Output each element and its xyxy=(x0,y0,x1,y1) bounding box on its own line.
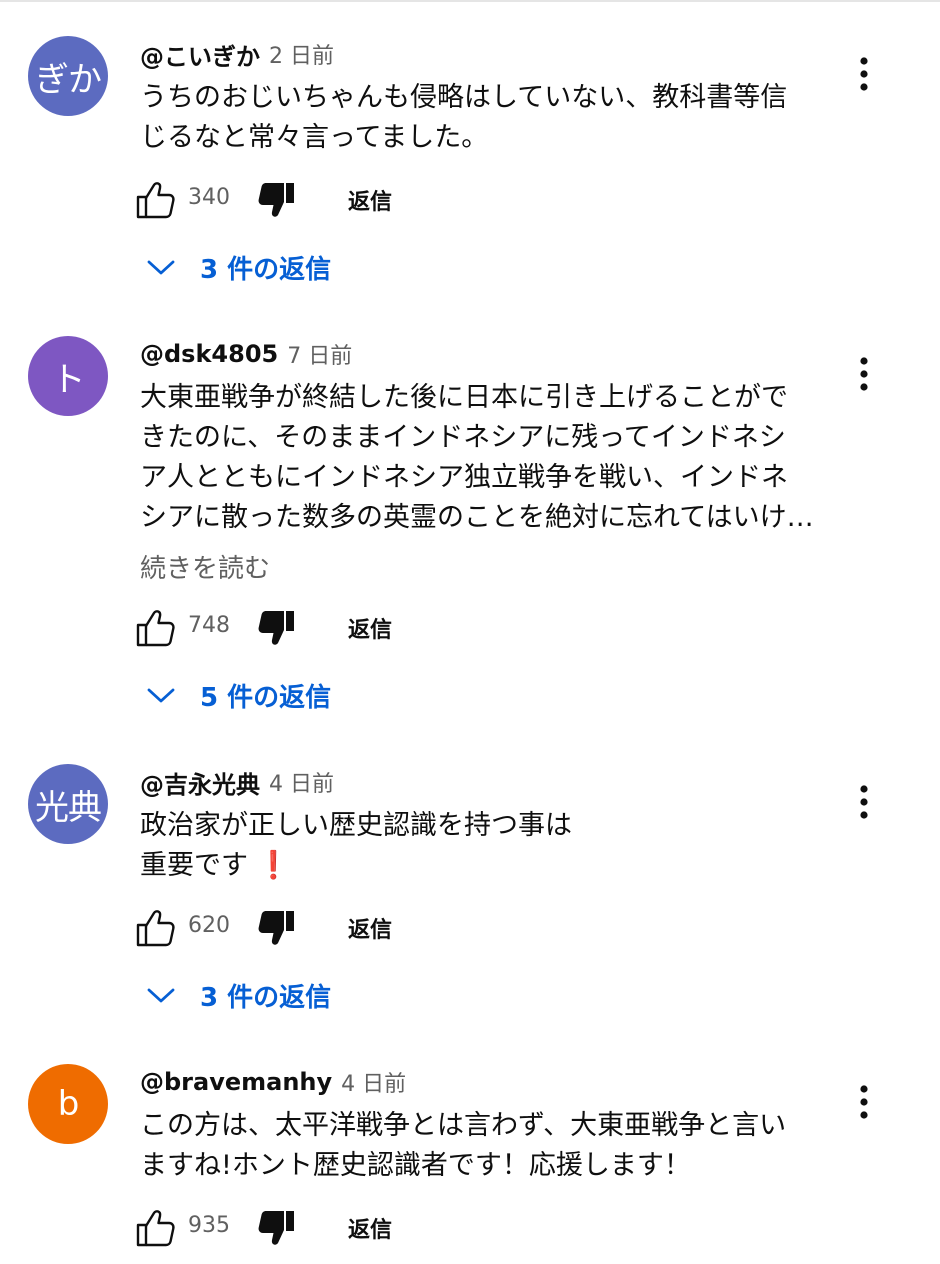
comment-text-line: この方は、太平洋戦争とは言わず、大東亜戦争と言い xyxy=(140,1110,787,1141)
more-actions-button[interactable] xyxy=(846,52,882,96)
comment-text-line: 政治家が正しい歴史認識を持つ事は xyxy=(140,810,572,841)
comment-header: @dsk4805 7 日前 xyxy=(140,336,352,372)
comment-time[interactable]: 4 日前 xyxy=(341,1066,406,1098)
chevron-down-icon xyxy=(147,260,175,275)
comment-text: この方は、太平洋戦争とは言わず、大東亜戦争と言い ますね!ホント歴史認識者です！… xyxy=(140,1106,830,1186)
comment-text-line: ア人とともにインドネシア独立戦争を戦い、インドネ xyxy=(140,462,788,493)
vertical-dots-icon xyxy=(860,785,868,819)
comment-text-line: 重要です ❗ xyxy=(140,846,830,886)
comment-text: 政治家が正しい歴史認識を持つ事は 重要です ❗ xyxy=(140,806,830,886)
comment-text-line: じるなと常々言ってました。 xyxy=(140,122,489,153)
author-handle[interactable]: @bravemanhy xyxy=(140,1068,332,1096)
like-count: 935 xyxy=(188,1213,230,1238)
replies-count-label[interactable]: 3 件の返信 xyxy=(200,249,331,286)
reply-button[interactable]: 返信 xyxy=(348,912,392,944)
chevron-down-icon xyxy=(147,688,175,703)
like-count: 340 xyxy=(188,185,230,210)
author-handle[interactable]: @こいぎか xyxy=(140,37,260,72)
comment-time[interactable]: 2 日前 xyxy=(269,38,334,70)
like-count: 620 xyxy=(188,913,230,938)
comment-text: うちのおじいちゃんも侵略はしていない、教科書等信 じるなと常々言ってました。 xyxy=(140,78,830,158)
comment-actions: 620 返信 xyxy=(134,906,534,950)
avatar[interactable]: 光典 xyxy=(28,764,108,844)
comment-time[interactable]: 7 日前 xyxy=(287,338,352,370)
more-actions-button[interactable] xyxy=(846,352,882,396)
vertical-dots-icon xyxy=(860,57,868,91)
top-divider xyxy=(0,0,940,2)
thumb-down-filled-icon[interactable] xyxy=(254,1208,298,1248)
comment-header: @吉永光典 4 日前 xyxy=(140,764,334,800)
exclamation-emoji: ❗ xyxy=(256,850,291,881)
reply-button[interactable]: 返信 xyxy=(348,184,392,216)
comment-actions: 935 返信 xyxy=(134,1206,534,1250)
comment-text-line: 大東亜戦争が終結した後に日本に引き上げることがで xyxy=(140,382,788,413)
replies-count-label[interactable]: 3 件の返信 xyxy=(200,977,331,1014)
comment-time[interactable]: 4 日前 xyxy=(269,766,334,798)
thumb-down-filled-icon[interactable] xyxy=(254,908,298,948)
comment-text-line: ますね!ホント歴史認識者です！応援します！ xyxy=(140,1150,691,1181)
comment-text: 大東亜戦争が終結した後に日本に引き上げることがで きたのに、そのままインドネシア… xyxy=(140,378,830,538)
vertical-dots-icon xyxy=(860,357,868,391)
chevron-down-icon xyxy=(147,988,175,1003)
vertical-dots-icon xyxy=(860,1085,868,1119)
avatar[interactable]: ぎか xyxy=(28,36,108,116)
like-count: 748 xyxy=(188,613,230,638)
avatar[interactable]: ト xyxy=(28,336,108,416)
comment-text-line: うちのおじいちゃんも侵略はしていない、教科書等信 xyxy=(140,82,788,113)
comment-actions: 748 返信 xyxy=(134,606,534,650)
author-handle[interactable]: @dsk4805 xyxy=(140,340,278,368)
more-actions-button[interactable] xyxy=(846,780,882,824)
comment-header: @bravemanhy 4 日前 xyxy=(140,1064,406,1100)
thumb-down-filled-icon[interactable] xyxy=(254,608,298,648)
comment-header: @こいぎか 2 日前 xyxy=(140,36,334,72)
reply-button[interactable]: 返信 xyxy=(348,1212,392,1244)
avatar[interactable]: b xyxy=(28,1064,108,1144)
replies-count-label[interactable]: 5 件の返信 xyxy=(200,677,331,714)
view-replies-button[interactable]: 3 件の返信 xyxy=(146,247,331,287)
comment-text-line: シアに散った数多の英霊のことを絶対に忘れてはいけ… xyxy=(140,502,814,533)
comment-actions: 340 返信 xyxy=(134,178,534,222)
thumb-down-filled-icon[interactable] xyxy=(254,180,298,220)
view-replies-button[interactable]: 5 件の返信 xyxy=(146,675,331,715)
more-actions-button[interactable] xyxy=(846,1080,882,1124)
thumb-up-outline-icon[interactable] xyxy=(134,1208,178,1248)
thumb-up-outline-icon[interactable] xyxy=(134,608,178,648)
read-more-link[interactable]: 続きを読む xyxy=(140,548,270,585)
reply-button[interactable]: 返信 xyxy=(348,612,392,644)
comment-text-segment: 重要です xyxy=(140,850,248,881)
thumb-up-outline-icon[interactable] xyxy=(134,908,178,948)
comment-text-line: きたのに、そのままインドネシアに残ってインドネシ xyxy=(140,422,786,453)
thumb-up-outline-icon[interactable] xyxy=(134,180,178,220)
view-replies-button[interactable]: 3 件の返信 xyxy=(146,975,331,1015)
author-handle[interactable]: @吉永光典 xyxy=(140,765,260,800)
